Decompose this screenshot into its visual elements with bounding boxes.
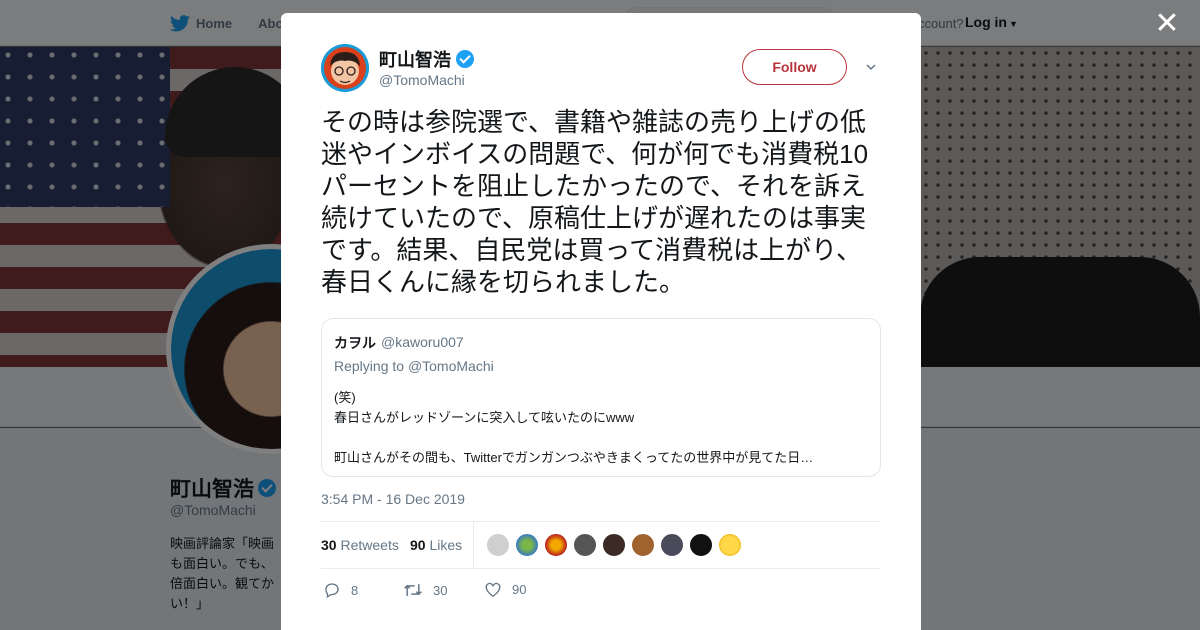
like-icon xyxy=(485,582,501,598)
liker-avatar[interactable] xyxy=(573,533,597,557)
tweet-actions: 8 30 90 xyxy=(321,581,881,611)
like-count: 90 xyxy=(512,582,527,597)
close-icon[interactable]: ✕ xyxy=(1154,9,1180,39)
liker-avatars xyxy=(486,533,742,557)
verified-badge-icon xyxy=(456,50,474,68)
quoted-replying-to: Replying to @TomoMachi xyxy=(334,358,494,374)
stats-divider xyxy=(473,522,474,569)
author-avatar[interactable] xyxy=(321,44,369,92)
likes-count: 90 xyxy=(410,537,426,553)
liker-avatar[interactable] xyxy=(689,533,713,557)
quoted-text-line: 春日さんがレッドゾーンに突入して呟いたのにwww xyxy=(334,410,635,425)
quoted-author-handle: @kaworu007 xyxy=(381,334,464,350)
liker-avatar[interactable] xyxy=(631,533,655,557)
reply-button[interactable]: 8 xyxy=(323,581,358,599)
replying-prefix: Replying to xyxy=(334,358,405,374)
follow-button[interactable]: Follow xyxy=(742,49,847,85)
likes-stat[interactable]: 90 Likes xyxy=(410,537,462,553)
quoted-text-line: 町山さんがその間も、Twitterでガンガンつぶやきまくってたの世界中が見てた日… xyxy=(334,450,814,465)
liker-avatar[interactable] xyxy=(544,533,568,557)
tweet-modal: 町山智浩 @TomoMachi Follow その時は参院選で、書籍や雑誌の売り… xyxy=(281,13,921,630)
liker-avatar[interactable] xyxy=(515,533,539,557)
liker-avatar[interactable] xyxy=(718,533,742,557)
avatar-image xyxy=(321,44,369,92)
likes-label: Likes xyxy=(429,537,463,553)
tweet-timestamp[interactable]: 3:54 PM - 16 Dec 2019 xyxy=(321,491,465,507)
retweets-stat[interactable]: 30 Retweets xyxy=(321,537,399,553)
tweet-stats: 30 Retweets 90 Likes xyxy=(321,521,881,569)
retweet-icon xyxy=(404,584,422,596)
tweet-text: その時は参院選で、書籍や雑誌の売り上げの低迷やインボイスの問題で、何が何でも消費… xyxy=(321,107,869,297)
retweet-button[interactable]: 30 xyxy=(403,581,447,599)
replying-handle[interactable]: @TomoMachi xyxy=(408,358,494,374)
author-handle[interactable]: @TomoMachi xyxy=(379,72,465,88)
retweets-count: 30 xyxy=(321,537,337,553)
chevron-down-icon[interactable] xyxy=(865,61,877,73)
liker-avatar[interactable] xyxy=(660,533,684,557)
retweet-count: 30 xyxy=(433,582,448,598)
quoted-tweet[interactable]: カヲル @kaworu007 Replying to @TomoMachi (笑… xyxy=(321,318,881,477)
author-name[interactable]: 町山智浩 xyxy=(379,46,474,72)
quoted-author-name: カヲル xyxy=(334,335,376,351)
reply-count: 8 xyxy=(351,582,359,598)
retweets-label: Retweets xyxy=(340,537,399,553)
like-button[interactable]: 90 xyxy=(484,581,526,598)
reply-icon xyxy=(325,583,339,598)
liker-avatar[interactable] xyxy=(602,533,626,557)
liker-avatar[interactable] xyxy=(486,533,510,557)
author-name-text: 町山智浩 xyxy=(379,50,451,70)
quoted-text-line: (笑) xyxy=(334,390,356,405)
